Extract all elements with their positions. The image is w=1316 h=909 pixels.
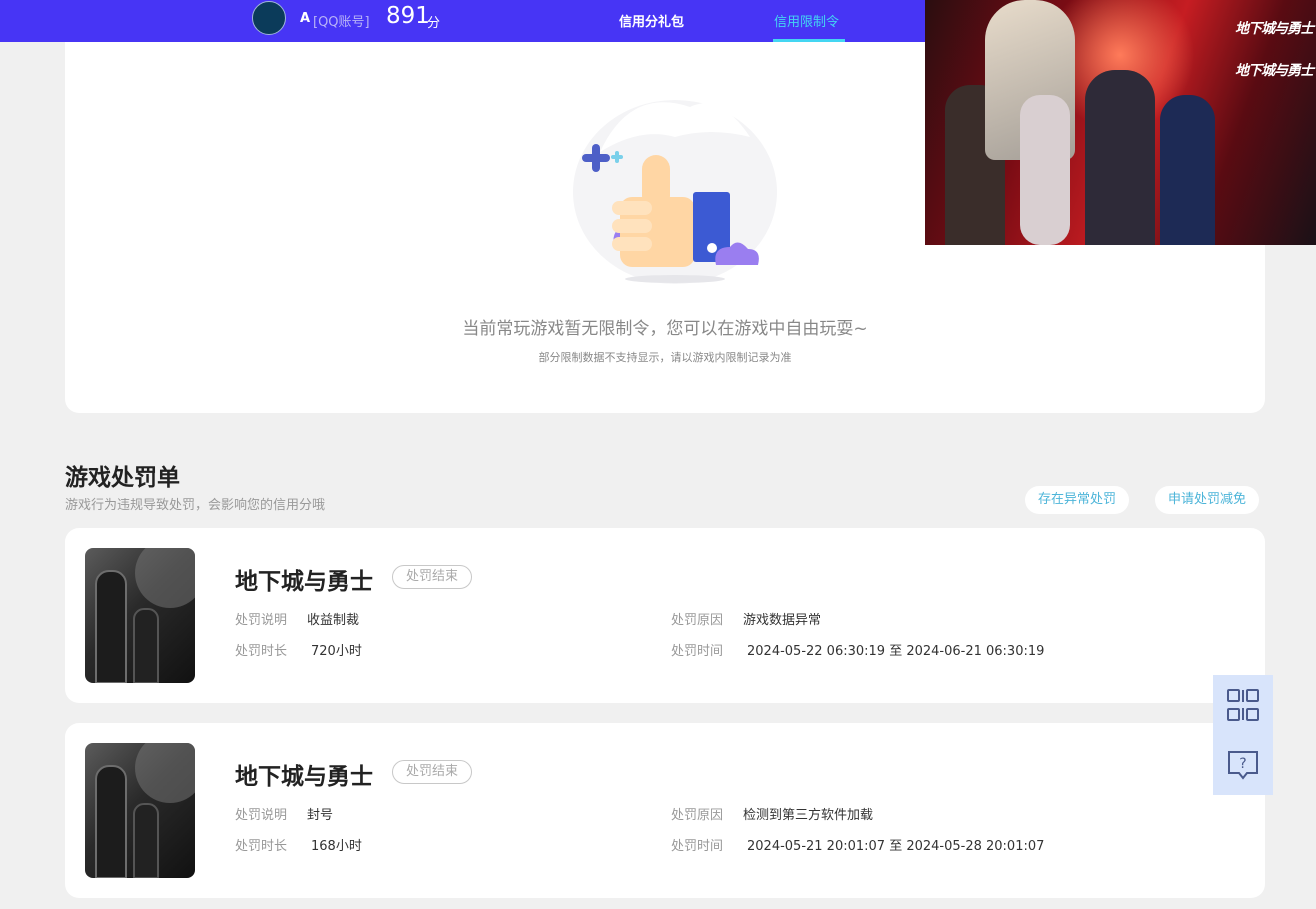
banner-character bbox=[1160, 95, 1215, 245]
status-badge: 处罚结束 bbox=[392, 565, 473, 589]
penalty-reason-value: 检测到第三方软件加载 bbox=[743, 808, 874, 823]
penalty-desc-value: 封号 bbox=[307, 808, 334, 823]
status-badge: 处罚结束 bbox=[392, 760, 473, 784]
penalty-reason-label: 处罚原因 bbox=[671, 613, 724, 628]
help-button[interactable]: ? bbox=[1213, 735, 1273, 795]
penalty-duration-value: 720小时 bbox=[311, 644, 362, 659]
help-chat-icon: ? bbox=[1228, 751, 1258, 780]
empty-state-subtitle: 部分限制数据不支持显示，请以游戏内限制记录为准 bbox=[538, 351, 792, 364]
game-thumbnail bbox=[85, 548, 195, 683]
penalty-desc-label: 处罚说明 bbox=[235, 613, 288, 628]
penalty-reason-label: 处罚原因 bbox=[671, 808, 724, 823]
penalty-time-value: 2024-05-21 20:01:07 至 2024-05-28 20:01:0… bbox=[747, 839, 1045, 854]
game-name: 地下城与勇士 bbox=[235, 764, 373, 790]
banner-character bbox=[1085, 70, 1155, 245]
penalty-duration-label: 处罚时长 bbox=[235, 644, 288, 659]
banner-logo: 地下城与勇士 bbox=[1235, 21, 1314, 37]
penalty-reason-value: 游戏数据异常 bbox=[743, 613, 822, 628]
qr-code-button[interactable] bbox=[1213, 675, 1273, 735]
game-banner[interactable]: 地下城与勇士 地下城与勇士 bbox=[925, 0, 1316, 245]
empty-state-title: 当前常玩游戏暂无限制令，您可以在游戏中自由玩耍~ bbox=[462, 319, 868, 339]
svg-text:?: ? bbox=[1239, 756, 1246, 772]
banner-character bbox=[1020, 95, 1070, 245]
game-name: 地下城与勇士 bbox=[235, 569, 373, 595]
account-type: [QQ账号] bbox=[313, 15, 370, 30]
avatar[interactable] bbox=[252, 1, 286, 35]
thumbs-up-illustration bbox=[573, 100, 777, 284]
penalty-section-title: 游戏处罚单 bbox=[65, 465, 180, 491]
penalty-desc-label: 处罚说明 bbox=[235, 808, 288, 823]
penalty-card: 地下城与勇士 处罚结束 处罚说明 封号 处罚原因 检测到第三方软件加载 处罚时长… bbox=[65, 723, 1265, 898]
apply-reduction-button[interactable]: 申请处罚减免 bbox=[1155, 486, 1260, 514]
penalty-desc-value: 收益制裁 bbox=[307, 613, 360, 628]
abnormal-penalty-button[interactable]: 存在异常处罚 bbox=[1025, 486, 1130, 514]
qr-code-icon bbox=[1227, 689, 1259, 721]
penalty-card: 地下城与勇士 处罚结束 处罚说明 收益制裁 处罚原因 游戏数据异常 处罚时长 7… bbox=[65, 528, 1265, 703]
penalty-duration-label: 处罚时长 bbox=[235, 839, 288, 854]
user-name: A bbox=[300, 11, 311, 26]
credit-score-unit: 分 bbox=[427, 16, 441, 31]
banner-logo: 地下城与勇士 bbox=[1235, 63, 1314, 79]
penalty-duration-value: 168小时 bbox=[311, 839, 362, 854]
credit-score: 891 bbox=[386, 3, 430, 29]
game-thumbnail bbox=[85, 743, 195, 878]
tab-credit-gift[interactable]: 信用分礼包 bbox=[619, 11, 684, 30]
tab-credit-restriction[interactable]: 信用限制令 bbox=[774, 11, 839, 30]
penalty-section-subtitle: 游戏行为违规导致处罚，会影响您的信用分哦 bbox=[65, 498, 326, 513]
penalty-time-value: 2024-05-22 06:30:19 至 2024-06-21 06:30:1… bbox=[747, 644, 1045, 659]
penalty-time-label: 处罚时间 bbox=[671, 644, 724, 659]
penalty-time-label: 处罚时间 bbox=[671, 839, 724, 854]
